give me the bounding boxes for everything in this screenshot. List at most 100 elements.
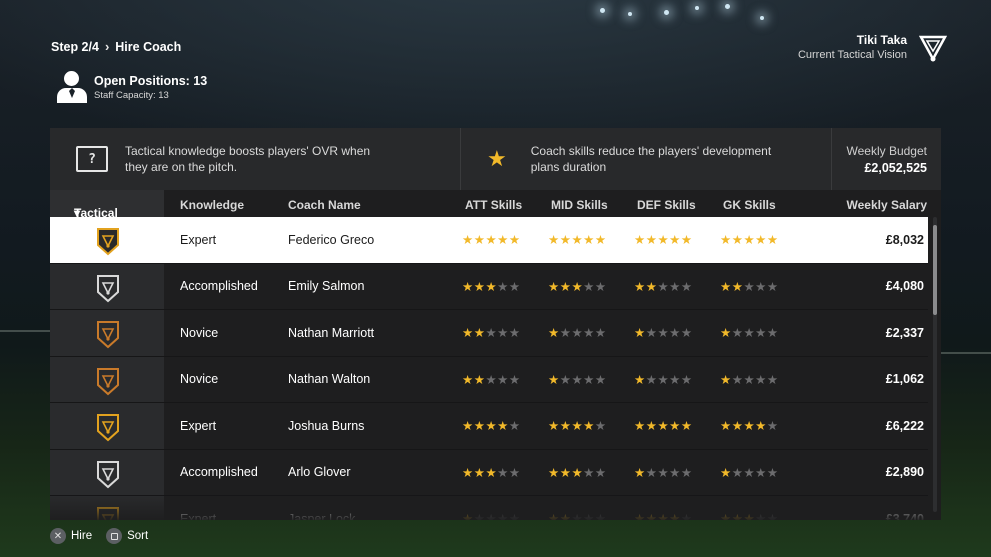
- def-skill-stars: ★★★★★: [634, 465, 693, 480]
- column-mid-skills[interactable]: MID Skills: [551, 198, 608, 212]
- att-skill-stars: ★★★★★: [462, 233, 521, 248]
- gk-skill-stars: ★★★★★: [720, 326, 779, 341]
- coach-row[interactable]: Expert Federico Greco ★★★★★ ★★★★★ ★★★★★ ★★★★★…: [50, 217, 928, 264]
- star-icon: ★: [487, 146, 507, 171]
- column-def-skills[interactable]: DEF Skills: [637, 198, 696, 212]
- stadium-light: [600, 8, 605, 13]
- gk-skill-stars: ★★★★★: [720, 419, 779, 434]
- tactical-vision-label: Current Tactical Vision: [797, 49, 907, 61]
- column-gk-skills[interactable]: GK Skills: [723, 198, 776, 212]
- coach-table-body[interactable]: Expert Federico Greco ★★★★★ ★★★★★ ★★★★★ ★★★★★…: [50, 217, 928, 520]
- mid-skill-stars: ★★★★★: [548, 279, 607, 294]
- coach-name: Federico Greco: [288, 232, 375, 247]
- skills-info: ★ Coach skills reduce the players' devel…: [461, 143, 831, 175]
- scrollbar[interactable]: [933, 217, 937, 512]
- knowledge-info: ? Tactical knowledge boosts players' OVR…: [50, 143, 460, 175]
- scrollbar-thumb[interactable]: [933, 225, 937, 315]
- pitch-line: [941, 352, 991, 354]
- mid-skill-stars: ★★★★★: [548, 465, 607, 480]
- coach-knowledge: Expert: [180, 232, 217, 247]
- column-att-skills[interactable]: ATT Skills: [465, 198, 522, 212]
- weekly-budget-label: Weekly Budget: [846, 143, 928, 158]
- weekly-budget-value: £2,052,525: [864, 160, 927, 175]
- coach-name: Nathan Walton: [288, 372, 371, 387]
- def-skill-stars: ★★★★★: [634, 372, 693, 387]
- tiki-taka-icon: [919, 35, 947, 62]
- att-skill-stars: ★★★★★: [462, 419, 521, 434]
- mid-skill-stars: ★★★★★: [548, 233, 607, 248]
- tactical-vision-badge-icon: [95, 273, 121, 303]
- coach-knowledge: Novice: [180, 372, 219, 387]
- gk-skill-stars: ★★★★★: [720, 465, 779, 480]
- mid-skill-stars: ★★★★★: [548, 372, 607, 387]
- coach-weekly-salary: £4,080: [885, 279, 924, 294]
- coach-list-panel: ? Tactical knowledge boosts players' OVR…: [50, 128, 941, 520]
- att-skill-stars: ★★★★★: [462, 279, 521, 294]
- coach-row[interactable]: Novice Nathan Marriott ★★★★★ ★★★★★ ★★★★★ ★★★★…: [50, 310, 928, 357]
- breadcrumb: Step 2/4 › Hire Coach: [51, 39, 181, 54]
- divider: [831, 128, 832, 190]
- def-skill-stars: ★★★★★: [634, 279, 693, 294]
- list-fade: [50, 494, 928, 520]
- coach-weekly-salary: £8,032: [885, 232, 924, 247]
- coach-knowledge: Expert: [180, 418, 217, 433]
- att-skill-stars: ★★★★★: [462, 372, 521, 387]
- def-skill-stars: ★★★★★: [634, 326, 693, 341]
- coach-knowledge: Accomplished: [180, 279, 258, 294]
- cross-button-icon: ✕: [50, 528, 66, 544]
- coach-knowledge: Novice: [180, 325, 219, 340]
- sort-button[interactable]: Sort: [106, 528, 148, 544]
- coach-name: Joshua Burns: [288, 418, 365, 433]
- stadium-light: [760, 16, 764, 20]
- tactical-vision-badge-icon: [95, 412, 121, 442]
- coach-name: Nathan Marriott: [288, 325, 375, 340]
- step-indicator: Step 2/4: [51, 39, 99, 54]
- coach-weekly-salary: £6,222: [885, 418, 924, 433]
- tactical-vision-name: Tiki Taka: [856, 33, 907, 47]
- coach-weekly-salary: £2,890: [885, 465, 924, 480]
- coach-row[interactable]: Novice Nathan Walton ★★★★★ ★★★★★ ★★★★★ ★★★★★ £…: [50, 357, 928, 403]
- def-skill-stars: ★★★★★: [634, 233, 693, 248]
- stadium-light: [664, 10, 669, 15]
- column-knowledge[interactable]: Knowledge: [180, 198, 244, 212]
- tactical-vision-badge-icon: [95, 366, 121, 396]
- gk-skill-stars: ★★★★★: [720, 233, 779, 248]
- def-skill-stars: ★★★★★: [634, 419, 693, 434]
- skills-info-text: Coach skills reduce the players' develop…: [530, 144, 772, 174]
- current-tactical-vision: Tiki Taka Current Tactical Vision: [798, 33, 907, 61]
- mid-skill-stars: ★★★★★: [548, 419, 607, 434]
- open-positions-count: Open Positions: 13: [94, 73, 208, 88]
- tactical-vision-badge-icon: [95, 319, 121, 349]
- coach-row[interactable]: Expert Joshua Burns ★★★★★ ★★★★★ ★★★★★ ★★★★★ £6…: [50, 403, 928, 450]
- info-bar: ? Tactical knowledge boosts players' OVR…: [50, 128, 941, 190]
- hire-button[interactable]: ✕ Hire: [50, 528, 92, 544]
- column-weekly-salary[interactable]: Weekly Salary: [846, 198, 927, 212]
- coach-weekly-salary: £1,062: [885, 372, 924, 387]
- att-skill-stars: ★★★★★: [462, 465, 521, 480]
- coach-weekly-salary: £2,337: [885, 325, 924, 340]
- open-positions-summary: Open Positions: 13 Staff Capacity: 13: [56, 71, 207, 103]
- gk-skill-stars: ★★★★★: [720, 279, 779, 294]
- coach-row[interactable]: Accomplished Emily Salmon ★★★★★ ★★★★★ ★★★★★ ★…: [50, 264, 928, 310]
- coach-knowledge: Accomplished: [180, 465, 258, 480]
- coach-name: Arlo Glover: [288, 465, 351, 480]
- mid-skill-stars: ★★★★★: [548, 326, 607, 341]
- att-skill-stars: ★★★★★: [462, 326, 521, 341]
- stadium-light: [725, 4, 730, 9]
- staff-capacity: Staff Capacity: 13: [94, 89, 169, 101]
- staff-icon: [56, 71, 88, 103]
- footer-hints: ✕ Hire Sort: [50, 528, 148, 544]
- sort-tactical-vision[interactable]: ▾ Tactical Vision: [50, 190, 164, 234]
- stadium-light: [695, 6, 699, 10]
- pitch-line: [0, 330, 50, 332]
- column-coach-name[interactable]: Coach Name: [288, 198, 361, 212]
- table-header: ▾ Tactical Vision Knowledge Coach Name A…: [50, 190, 941, 234]
- square-button-icon: [106, 528, 123, 544]
- page-title: Hire Coach: [115, 39, 182, 54]
- gk-skill-stars: ★★★★★: [720, 372, 779, 387]
- tactical-vision-badge-icon: [95, 459, 121, 489]
- knowledge-info-text: Tactical knowledge boosts players' OVR w…: [125, 144, 371, 174]
- coach-row[interactable]: Accomplished Arlo Glover ★★★★★ ★★★★★ ★★★★★ ★★…: [50, 450, 928, 496]
- weekly-budget: Weekly Budget £2,052,525: [847, 144, 928, 175]
- tactical-vision-badge-icon: [95, 226, 121, 256]
